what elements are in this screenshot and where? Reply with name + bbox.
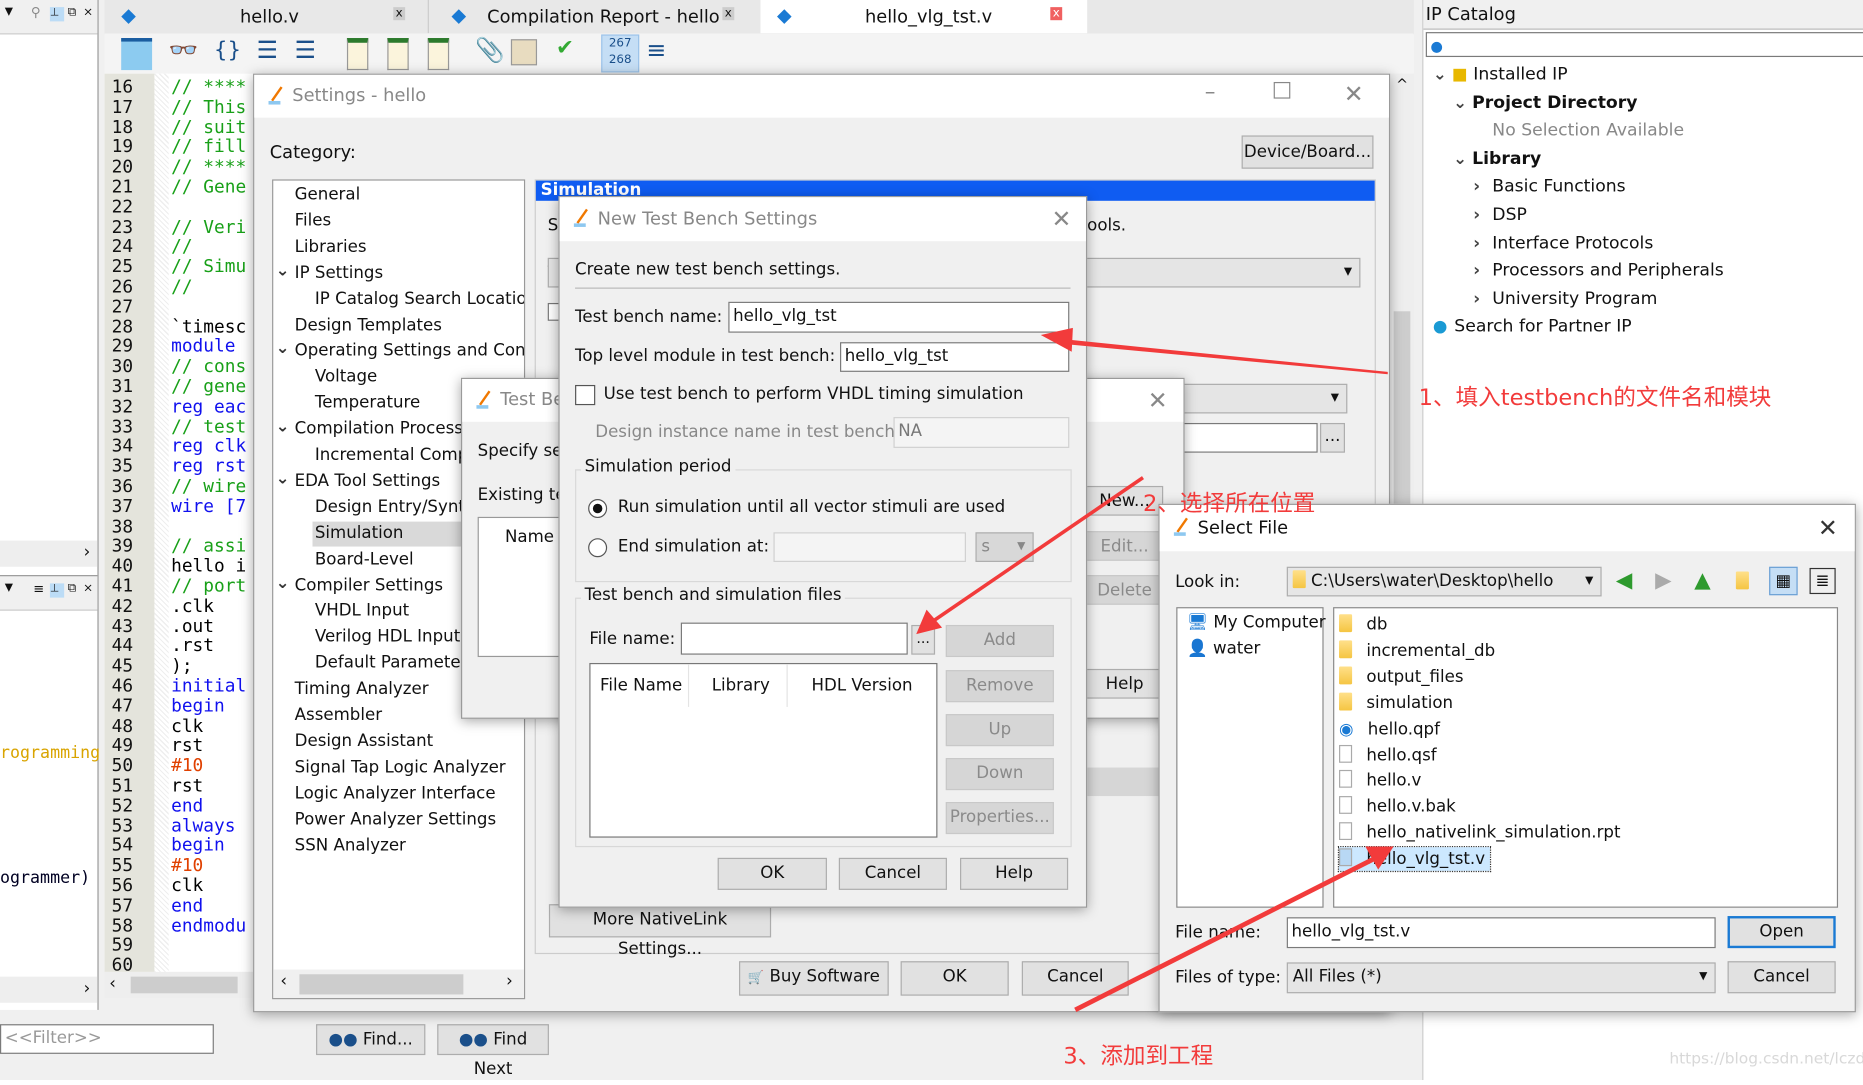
- annotation-step3: 3、添加到工程: [1063, 1043, 1214, 1070]
- arrow-step1: [1040, 327, 1388, 375]
- watermark: https://blog.csdn.net/lczdk: [1669, 1050, 1863, 1069]
- annotation-step1: 1、填入testbench的文件名和模块: [1418, 384, 1772, 412]
- arrow-step2: [916, 476, 1144, 635]
- quartus-window: ▼ ⚲ ⊥ ⧉ × › ▼ ≡ ⊥ ⧉ × rogramming ogramme…: [0, 0, 1863, 1081]
- arrow-step3: [1074, 846, 1394, 1013]
- annotation-step2: 2、选择所在位置: [1142, 490, 1316, 517]
- annotation-arrows: [916, 327, 1394, 1013]
